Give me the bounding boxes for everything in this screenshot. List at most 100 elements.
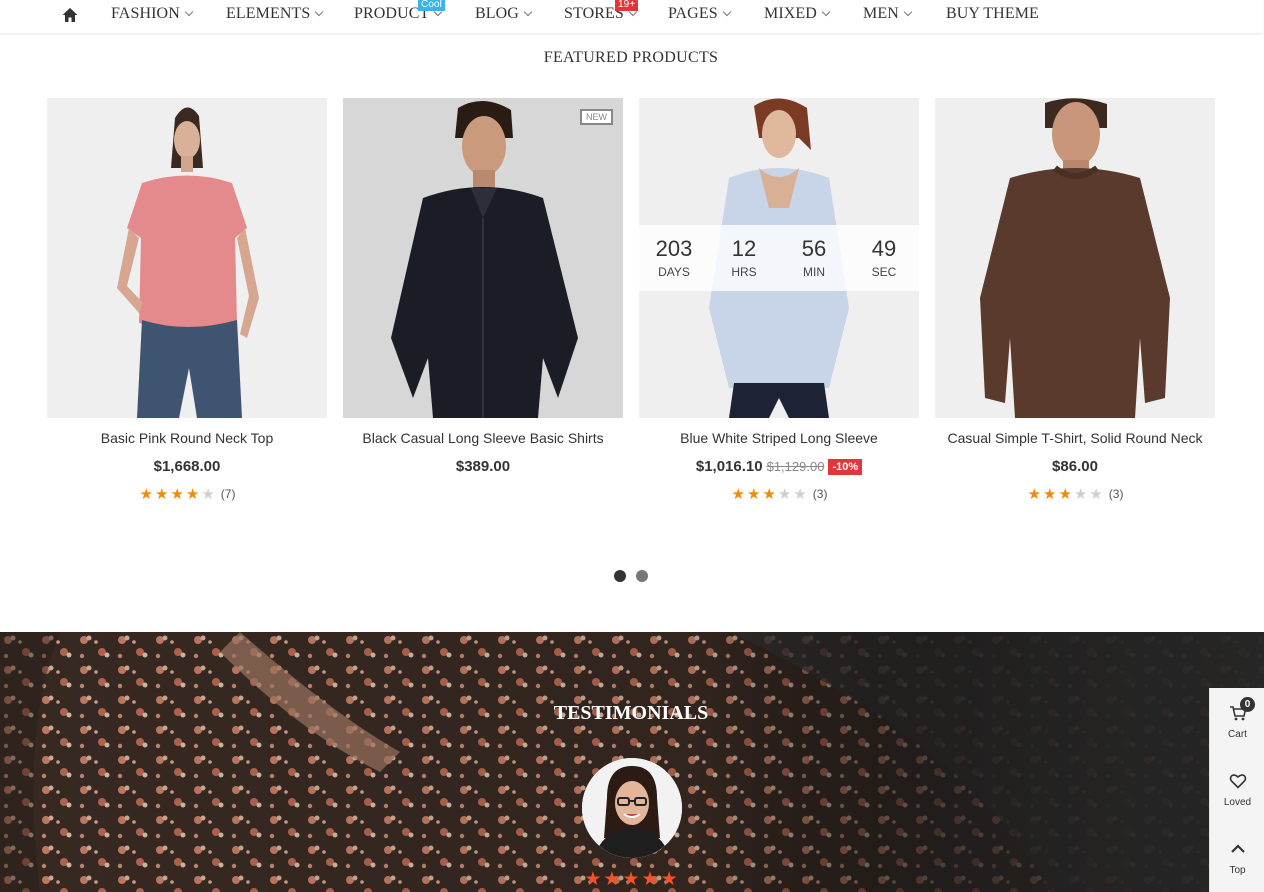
nav-item-buy-theme[interactable]: BUY THEME xyxy=(946,5,1039,23)
product-card: NEW Black Casual Long Sleeve Basic Shirt… xyxy=(343,98,623,476)
avatar-photo-woman-glasses xyxy=(582,758,682,858)
back-to-top-button[interactable]: Top xyxy=(1210,840,1264,876)
countdown-value: 49 xyxy=(871,236,897,261)
star-icon: ★ xyxy=(777,486,792,503)
nav-item-fashion[interactable]: FASHION xyxy=(111,5,194,23)
star-icon: ★ xyxy=(746,486,761,503)
product-card: Casual Simple T-Shirt, Solid Round Neck … xyxy=(935,98,1215,502)
star-icon: ★ xyxy=(660,869,678,890)
testimonial-rating: ★ ★ ★ ★ ★ xyxy=(0,869,1262,890)
star-icon: ★ xyxy=(622,869,640,890)
star-icon: ★ xyxy=(762,486,776,503)
nav-badge-count: 19+ xyxy=(615,0,639,11)
countdown-days: 203 DAYS xyxy=(639,225,709,291)
countdown-value: 12 xyxy=(731,236,757,261)
product-card: Basic Pink Round Neck Top $1,668.00 ★ ★ ★ ★… xyxy=(47,98,327,502)
countdown-value: 56 xyxy=(801,236,827,261)
nav-item-pages[interactable]: PAGES xyxy=(668,5,731,23)
loved-label: Loved xyxy=(1223,797,1252,808)
star-icon: ★ xyxy=(201,486,215,503)
star-icon: ★ xyxy=(170,486,184,503)
loved-button[interactable]: Loved xyxy=(1210,772,1264,808)
countdown-label: SEC xyxy=(871,265,897,279)
chevron-down-icon xyxy=(903,7,913,17)
countdown-value: 203 xyxy=(655,236,693,261)
nav-label: BUY THEME xyxy=(946,5,1039,22)
star-icon: ★ xyxy=(603,869,621,890)
product-price: $389.00 xyxy=(455,458,511,475)
product-price: $1,016.10 xyxy=(695,458,763,475)
product-image[interactable]: NEW xyxy=(343,98,623,418)
product-rating: ★ ★ ★ ★ ★ (3) xyxy=(935,486,1215,502)
home-icon[interactable] xyxy=(61,6,79,24)
featured-products-title: FEATURED PRODUCTS xyxy=(543,49,719,66)
star-icon: ★ xyxy=(584,869,602,890)
cart-label: Cart xyxy=(1228,729,1247,740)
nav-item-blog[interactable]: BLOG xyxy=(475,5,533,23)
testimonial-avatar xyxy=(582,758,682,858)
testimonials-section: TESTIMONIALS ★ ★ ★ ★ ★ xyxy=(0,632,1264,892)
star-icon: ★ xyxy=(139,486,153,503)
product-price: $86.00 xyxy=(1052,458,1098,475)
product-price: $1,668.00 xyxy=(153,458,221,475)
cart-button[interactable]: Cart xyxy=(1210,704,1264,740)
star-icon: ★ xyxy=(641,869,659,890)
product-name[interactable]: Blue White Striped Long Sleeve xyxy=(639,430,919,448)
carousel-dot-2[interactable] xyxy=(636,570,648,582)
cart-count-badge: 0 xyxy=(1240,697,1255,712)
product-name[interactable]: Black Casual Long Sleeve Basic Shirts xyxy=(343,430,623,448)
product-photo-man-brown-sweater xyxy=(935,98,1215,418)
testimonials-title: TESTIMONIALS xyxy=(553,702,709,724)
product-rating: ★ ★ ★ ★ ★ (3) xyxy=(639,486,919,502)
star-icon: ★ xyxy=(1073,486,1088,503)
nav-item-men[interactable]: MEN xyxy=(863,5,913,23)
chevron-down-icon xyxy=(821,7,831,17)
chevron-down-icon xyxy=(184,7,194,17)
review-count: (3) xyxy=(812,487,828,501)
carousel-dot-1[interactable] xyxy=(614,570,626,582)
nav-item-product[interactable]: PRODUCT Cool xyxy=(354,0,445,23)
nav-item-mixed[interactable]: MIXED xyxy=(764,5,831,23)
star-icon: ★ xyxy=(154,486,169,503)
carousel-pagination xyxy=(0,569,1262,587)
countdown-label: MIN xyxy=(803,265,825,279)
chevron-down-icon xyxy=(523,7,533,17)
nav-label: PAGES xyxy=(668,5,718,22)
product-card: 203 DAYS 12 HRS 56 MIN 49 SEC Blue White… xyxy=(639,98,919,502)
star-icon: ★ xyxy=(185,486,200,503)
top-label: Top xyxy=(1229,865,1246,876)
nav-label: MIXED xyxy=(764,5,817,22)
discount-badge: -10% xyxy=(828,459,863,475)
product-rating: ★ ★ ★ ★ ★ (7) xyxy=(47,486,327,502)
nav-badge-cool: Cool xyxy=(418,0,445,11)
chevron-down-icon xyxy=(315,7,324,17)
nav-item-elements[interactable]: ELEMENTS xyxy=(226,5,324,23)
product-image[interactable] xyxy=(47,98,327,418)
star-icon: ★ xyxy=(1042,486,1057,503)
star-icon: ★ xyxy=(1058,486,1072,503)
countdown-timer: 203 DAYS 12 HRS 56 MIN 49 SEC xyxy=(639,225,919,291)
star-icon: ★ xyxy=(731,486,745,503)
product-image[interactable]: 203 DAYS 12 HRS 56 MIN 49 SEC xyxy=(639,98,919,418)
old-price: $1,129.00 xyxy=(766,459,825,474)
nav-item-stores[interactable]: STORES 19+ xyxy=(564,0,639,23)
nav-label: BLOG xyxy=(475,5,519,22)
countdown-minutes: 56 MIN xyxy=(779,225,849,291)
countdown-hours: 12 HRS xyxy=(709,225,779,291)
product-photo-woman-pink-top xyxy=(47,98,327,418)
new-badge: NEW xyxy=(580,109,613,125)
countdown-seconds: 49 SEC xyxy=(849,225,919,291)
product-name[interactable]: Basic Pink Round Neck Top xyxy=(47,430,327,448)
review-count: (3) xyxy=(1108,487,1124,501)
main-navigation: FASHION ELEMENTS PRODUCT Cool BLOG STORE… xyxy=(0,0,1262,34)
star-icon: ★ xyxy=(1089,486,1103,503)
floating-widget: Cart Loved Top xyxy=(1209,688,1264,892)
star-icon: ★ xyxy=(1027,486,1041,503)
review-count: (7) xyxy=(220,487,236,501)
product-name[interactable]: Casual Simple T-Shirt, Solid Round Neck xyxy=(935,430,1215,448)
nav-label: FASHION xyxy=(111,5,180,22)
countdown-label: DAYS xyxy=(658,265,690,279)
product-image[interactable] xyxy=(935,98,1215,418)
countdown-label: HRS xyxy=(731,265,757,279)
nav-label: ELEMENTS xyxy=(226,5,311,22)
